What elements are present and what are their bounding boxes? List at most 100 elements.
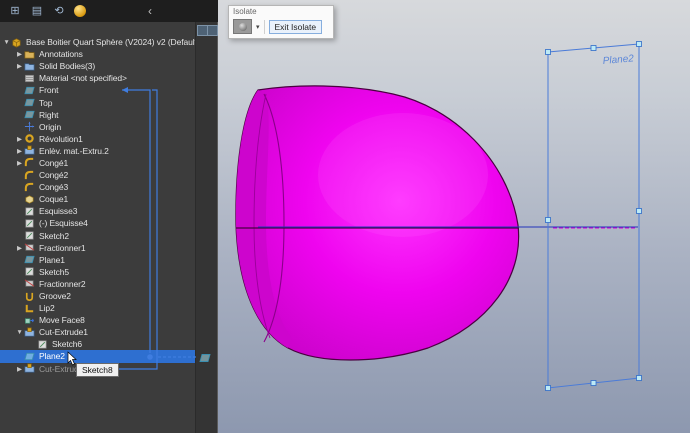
tree-item[interactable]: ▶ Révolution1 (0, 133, 197, 145)
tree-item-label: Front (39, 85, 58, 95)
plane-icon (24, 109, 36, 120)
tree-item-label: Fractionner1 (39, 243, 86, 253)
model-scene: Plane2 (218, 0, 690, 433)
solidworks-window: ⊞ ▤ ⟲ ‹ ▼ Base Boitier Quart Sphère (V202… (0, 0, 690, 433)
tree-item-label: Esquisse3 (39, 206, 77, 216)
expand-arrow-icon[interactable]: ▶ (15, 62, 24, 70)
tree-item[interactable]: Move Face8 (0, 314, 197, 326)
material-icon (24, 73, 36, 84)
tree-item[interactable]: ▶Enlèv. mat.-Extru.2 (0, 145, 197, 157)
expand-arrow-icon[interactable]: ▶ (15, 159, 24, 167)
expand-arrow-icon[interactable]: ▶ (15, 244, 24, 252)
plane-icon (24, 254, 36, 265)
tree-item[interactable]: Lip2 (0, 302, 197, 314)
isolated-body-thumbnail[interactable] (233, 19, 252, 34)
tree-item[interactable]: Coque1 (0, 193, 197, 205)
tree-item[interactable]: Congé2 (0, 169, 197, 181)
collapse-chevron-icon[interactable]: ‹ (148, 4, 152, 18)
tree-item[interactable]: Esquisse3 (0, 205, 197, 217)
tree-item-label: Sketch2 (39, 231, 69, 241)
plane-icon (24, 97, 36, 108)
expand-arrow-icon[interactable]: ▶ (15, 135, 24, 143)
split-icon (24, 278, 36, 289)
tree-item[interactable]: ▶Congé1 (0, 157, 197, 169)
tree-side-strip[interactable] (195, 22, 217, 433)
dropdown-caret-icon[interactable]: ▾ (256, 23, 260, 31)
folder-icon (24, 49, 36, 60)
sketch-tooltip: Sketch8 (76, 363, 119, 377)
shell-icon (24, 194, 36, 205)
tree-item-label: Fractionner2 (39, 279, 86, 289)
tree-item[interactable]: Front (0, 84, 197, 96)
tree-item[interactable]: Groove2 (0, 290, 197, 302)
tree-item[interactable]: Sketch5 (0, 266, 197, 278)
tree-item[interactable]: ▼ Cut-Extrude1 (0, 326, 197, 338)
bodies-icon (24, 61, 36, 72)
tree-item[interactable]: Sketch6 (0, 338, 197, 350)
sketch-icon (37, 339, 49, 350)
moveface-icon (24, 315, 36, 326)
orbit-icon[interactable]: ⟲ (52, 4, 66, 18)
cut-icon (24, 145, 36, 156)
tree-item-label: Congé2 (39, 170, 68, 180)
body-thumbnail-icon (239, 23, 247, 31)
tree-item-label: Congé3 (39, 182, 68, 192)
tree-item-label: Coque1 (39, 194, 68, 204)
tree-item[interactable]: Congé3 (0, 181, 197, 193)
tree-item[interactable]: ▶ Solid Bodies(3) (0, 60, 197, 72)
tree-item-label: Cut-Extrude1 (39, 327, 88, 337)
expand-arrow-icon[interactable]: ▼ (15, 329, 24, 336)
tree-item-label: Sketch5 (39, 267, 69, 277)
tree-item-label: Plane2 (39, 351, 65, 361)
tree-item-label: Solid Bodies(3) (39, 61, 95, 71)
feature-manager-panel: ⊞ ▤ ⟲ ‹ ▼ Base Boitier Quart Sphère (V202… (0, 0, 218, 433)
tree-item[interactable]: Material <not specified> (0, 72, 197, 84)
expand-arrow-icon[interactable]: ▶ (15, 50, 24, 58)
fillet-icon (24, 170, 36, 181)
sketch-icon (24, 206, 36, 217)
sketch-icon (24, 218, 36, 229)
tree-item-label: Base Boitier Quart Sphère (V2024) v2 (De… (26, 37, 197, 47)
tree-item[interactable]: Origin (0, 121, 197, 133)
tree-item-label: Right (39, 110, 58, 120)
lip-icon (24, 303, 36, 314)
tree-item[interactable]: Plane1 (0, 254, 197, 266)
sketch-icon (24, 266, 36, 277)
tree-item[interactable]: Sketch2 (0, 230, 197, 242)
isolate-popup: Isolate ▾ Exit Isolate (228, 5, 334, 39)
tree-item-label: Top (39, 98, 52, 108)
tree-item[interactable]: ▶Annotations (0, 48, 197, 60)
tree-item[interactable]: (-) Esquisse4 (0, 217, 197, 229)
gold-sphere-icon[interactable] (74, 5, 86, 17)
cut-icon (24, 363, 36, 374)
top-toolbar: ⊞ ▤ ⟲ ‹ (0, 0, 218, 22)
expand-arrow-icon[interactable]: ▶ (15, 365, 24, 373)
graphics-viewport[interactable]: Plane2 Isolate ▾ Exit Isolate (218, 0, 690, 433)
plane2-outline (548, 44, 639, 388)
selected-plane-flyout-icon[interactable] (199, 351, 211, 363)
split-icon (24, 242, 36, 253)
grid-icon[interactable]: ⊞ (8, 4, 22, 18)
sketch-icon (24, 230, 36, 241)
isolate-title: Isolate (229, 6, 333, 16)
tree-item[interactable]: Right (0, 109, 197, 121)
tree-item-label: Origin (39, 122, 61, 132)
plane-icon (24, 351, 36, 362)
tree-item-label: Lip2 (39, 303, 55, 313)
tree-item[interactable]: Top (0, 96, 197, 108)
separator (264, 20, 265, 34)
tree-item-label: Révolution1 (39, 134, 83, 144)
groove-icon (24, 291, 36, 302)
tree-item[interactable]: ▼ Base Boitier Quart Sphère (V2024) v2 (D… (0, 36, 197, 48)
filter-pane-icon[interactable] (207, 25, 218, 36)
tree-item[interactable]: ▶ Fractionner1 (0, 242, 197, 254)
origin-icon (24, 121, 36, 132)
expand-arrow-icon[interactable]: ▶ (15, 147, 24, 155)
exit-isolate-button[interactable]: Exit Isolate (269, 20, 323, 34)
revolve-icon (24, 133, 36, 144)
cut-icon (24, 327, 36, 338)
tree-item[interactable]: Plane2 (0, 350, 197, 362)
expand-arrow-icon[interactable]: ▼ (2, 39, 11, 46)
tree-item[interactable]: Fractionner2 (0, 278, 197, 290)
panes-icon[interactable]: ▤ (30, 4, 44, 18)
